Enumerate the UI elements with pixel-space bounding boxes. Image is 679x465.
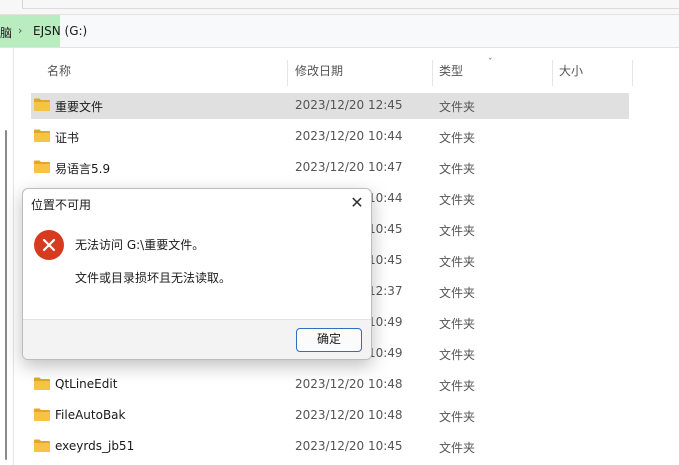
column-header-modified[interactable]: 修改日期 [295, 62, 343, 84]
folder-icon [34, 377, 50, 390]
file-type: 文件夹 [439, 410, 476, 424]
file-type: 文件夹 [439, 162, 476, 176]
file-type: 文件夹 [439, 441, 476, 455]
file-type: 文件夹 [439, 379, 476, 393]
file-modified-date: 2023/12/20 10:44 [295, 129, 403, 143]
dialog-title: 位置不可用 [31, 198, 92, 212]
dialog-detail: 文件或目录损坏且无法读取。 [75, 271, 232, 285]
column-header-size[interactable]: 大小 [559, 62, 583, 84]
folder-icon [34, 408, 50, 421]
file-modified-date: 2023/12/20 10:48 [295, 377, 403, 391]
file-row[interactable]: 重要文件 2023/12/20 12:45 文件夹 [31, 93, 629, 119]
file-row[interactable]: 易语言5.9 2023/12/20 10:47 文件夹 [31, 155, 629, 181]
error-dialog: 位置不可用 ✕ 无法访问 G:\重要文件。 文件或目录损坏且无法读取。 确定 [22, 188, 372, 360]
folder-icon [34, 160, 50, 173]
file-type: 文件夹 [439, 193, 476, 207]
column-divider[interactable] [432, 60, 433, 86]
navigation-scrollbar[interactable] [5, 130, 7, 460]
breadcrumb-drive[interactable]: EJSN (G:) [33, 24, 87, 38]
file-type: 文件夹 [439, 348, 476, 362]
folder-icon [34, 129, 50, 142]
file-name: exeyrds_jb51 [55, 439, 135, 453]
top-strip-separator [22, 0, 23, 8]
column-header-name[interactable]: 名称 [47, 62, 71, 84]
file-type: 文件夹 [439, 317, 476, 331]
file-row[interactable]: FileAutoBak 2023/12/20 10:48 文件夹 [31, 403, 629, 429]
address-bar[interactable]: 脑 › EJSN (G:) [0, 14, 679, 48]
file-name: 易语言5.9 [55, 162, 111, 176]
file-modified-date: 2023/12/20 12:45 [295, 98, 403, 112]
breadcrumb-partial[interactable]: 脑 [0, 24, 12, 41]
close-icon[interactable]: ✕ [345, 191, 369, 215]
folder-icon [34, 98, 50, 111]
top-strip-edge [22, 8, 679, 9]
file-modified-date: 2023/12/20 10:48 [295, 408, 403, 422]
file-type: 文件夹 [439, 286, 476, 300]
file-modified-date: 2023/12/20 10:47 [295, 160, 403, 174]
column-header-type[interactable]: 类型 [439, 62, 463, 84]
column-divider[interactable] [552, 60, 553, 86]
file-row[interactable]: 证书 2023/12/20 10:44 文件夹 [31, 124, 629, 150]
column-divider[interactable] [287, 60, 288, 86]
dialog-message: 无法访问 G:\重要文件。 [75, 238, 205, 252]
file-row[interactable]: QtLineEdit 2023/12/20 10:48 文件夹 [31, 372, 629, 398]
ok-button[interactable]: 确定 [296, 328, 362, 352]
file-type: 文件夹 [439, 255, 476, 269]
folder-icon [34, 439, 50, 452]
dialog-footer: 确定 [23, 319, 371, 359]
file-type: 文件夹 [439, 100, 476, 114]
file-type: 文件夹 [439, 224, 476, 238]
sort-caret-icon: ˇ [488, 58, 493, 68]
file-type: 文件夹 [439, 131, 476, 145]
file-name: FileAutoBak [55, 408, 126, 422]
breadcrumb-chevron-icon[interactable]: › [18, 24, 22, 37]
file-modified-date: 2023/12/20 10:45 [295, 439, 403, 453]
file-name: QtLineEdit [55, 377, 118, 391]
file-row[interactable]: exeyrds_jb51 2023/12/20 10:45 文件夹 [31, 434, 629, 460]
error-icon [34, 230, 64, 260]
file-name: 证书 [55, 131, 80, 145]
column-divider[interactable] [632, 60, 633, 86]
file-name: 重要文件 [55, 100, 104, 114]
top-strip [0, 0, 679, 14]
navigation-pane [0, 48, 14, 465]
